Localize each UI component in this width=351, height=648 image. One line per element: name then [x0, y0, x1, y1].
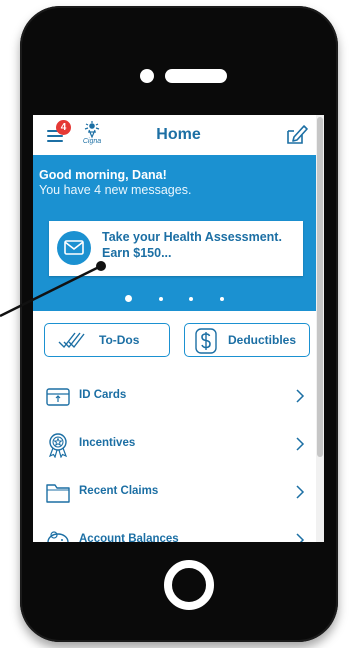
app-screen: 4 Cigna Home Good morning, Dana! You hav…	[33, 115, 324, 542]
list-item-label: Incentives	[79, 437, 136, 449]
greeting-text: Good morning, Dana!	[39, 168, 167, 182]
list-item-label: Account Balances	[79, 533, 179, 542]
chevron-right-icon	[295, 389, 305, 403]
id-card-icon	[45, 384, 71, 410]
carousel-indicator[interactable]	[33, 290, 316, 308]
list-item-id-cards[interactable]: ID Cards	[33, 373, 316, 421]
page-title: Home	[156, 126, 201, 143]
list-item-label: ID Cards	[79, 389, 127, 401]
carousel-dot-2[interactable]	[158, 296, 163, 301]
card-message-text: Take your Health Assessment. Earn $150..…	[102, 230, 282, 260]
home-menu-list: ID Cards Incentives Recent Claims Accoun…	[33, 373, 316, 542]
list-item-recent-claims[interactable]: Recent Claims	[33, 469, 316, 517]
welcome-banner: Good morning, Dana! You have 4 new messa…	[33, 155, 316, 311]
todos-label: To-Dos	[99, 333, 140, 347]
todos-button[interactable]: To-Dos	[44, 323, 170, 357]
scrollbar-thumb[interactable]	[317, 117, 323, 457]
home-button[interactable]	[164, 560, 214, 610]
carousel-dot-4[interactable]	[219, 296, 224, 301]
chevron-right-icon	[295, 533, 305, 542]
envelope-icon	[57, 231, 91, 265]
chevron-right-icon	[295, 437, 305, 451]
deductibles-button[interactable]: Deductibles	[184, 323, 310, 357]
award-ribbon-icon	[45, 432, 71, 459]
list-item-incentives[interactable]: Incentives	[33, 421, 316, 469]
speaker-grille	[165, 69, 227, 83]
list-item-label: Recent Claims	[79, 485, 159, 497]
carousel-dot-1[interactable]	[125, 295, 133, 303]
piggy-bank-icon	[45, 528, 71, 542]
deductibles-label: Deductibles	[228, 333, 297, 347]
chevron-right-icon	[295, 485, 305, 499]
app-header: 4 Cigna Home	[33, 115, 324, 155]
dollar-icon	[195, 328, 217, 359]
carousel-dot-3[interactable]	[189, 296, 194, 301]
folder-icon	[45, 480, 71, 506]
phone-mockup-stage: 4 Cigna Home Good morning, Dana! You hav…	[0, 0, 351, 648]
camera-icon	[140, 69, 154, 83]
checkmarks-icon	[57, 330, 85, 355]
new-messages-text[interactable]: You have 4 new messages.	[39, 183, 191, 197]
list-item-account-balances[interactable]: Account Balances	[33, 517, 316, 542]
health-assessment-card[interactable]: Take your Health Assessment. Earn $150..…	[49, 221, 303, 276]
compose-message-icon[interactable]	[286, 123, 308, 145]
